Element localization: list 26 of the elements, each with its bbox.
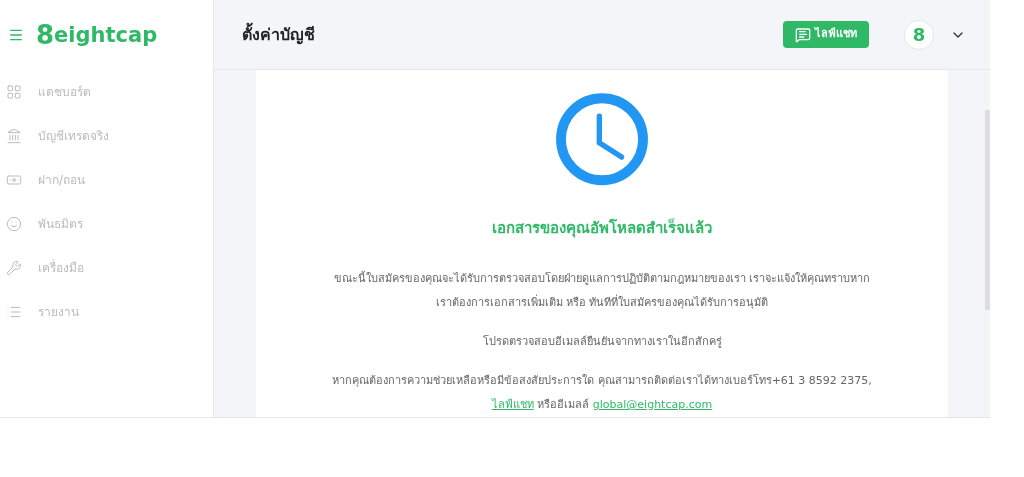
chat-icon	[795, 26, 811, 43]
nav-item[interactable]: พันธมิตร	[0, 202, 213, 246]
avatar[interactable]: 8	[904, 19, 934, 50]
grid-icon	[6, 84, 22, 100]
wrench-icon	[6, 260, 22, 276]
logo-mark: 8	[36, 22, 55, 48]
banknote-icon	[6, 172, 22, 188]
info-paragraph: ขณะนี้ใบสมัครของคุณจะได้รับการตรวจสอบโดยฝ่ายดูแลการปฏิบัติตามกฎหมายของเรา เราจะแจ้งให้คุณทราบหากเราต้องการเอกสารเพิ่มเติม หรือ ทันทีที่ใบสมัครของคุณได้รับการอนุมัติ	[332, 270, 872, 311]
nav-item[interactable]: บัญชีเทรดจริง	[0, 114, 213, 158]
nav-item[interactable]: แดชบอร์ด	[0, 70, 213, 114]
email-link[interactable]: global@eightcap.com	[592, 398, 713, 411]
bank-icon	[6, 128, 22, 144]
info-paragraph: โปรดตรวจสอบอีเมลล์ยืนยันจากทางเราในอีกสักครู่	[482, 334, 722, 350]
nav-item[interactable]: เครื่องมือ	[0, 246, 213, 290]
nav-item[interactable]: รายงาน	[0, 290, 213, 334]
live-chat-button[interactable]: ไลฟ์แชท	[783, 21, 869, 48]
menu-icon[interactable]	[8, 27, 24, 43]
success-heading: เอกสารของคุณอัพโหลดสำเร็จแล้ว	[492, 217, 712, 239]
live-chat-link[interactable]: ไลฟ์แชท	[491, 398, 534, 411]
scrollbar[interactable]	[985, 110, 990, 310]
nav-item[interactable]: ฝาก/ถอน	[0, 158, 213, 202]
page-title: ตั้งค่าบัญชี	[242, 22, 316, 47]
smiley-icon	[6, 216, 22, 232]
logo-text: eightcap	[54, 24, 158, 46]
contact-paragraph: หากคุณต้องการความช่วยเหลือหรือมีข้อสงสัยประการใด คุณสามารถติดต่อเราได้ทางเบอร์โทร+61 3 8592 2375, ไลฟ์แชท หรืออีเมลล์ global@eightcap.com	[332, 373, 872, 413]
list-icon	[6, 304, 22, 320]
